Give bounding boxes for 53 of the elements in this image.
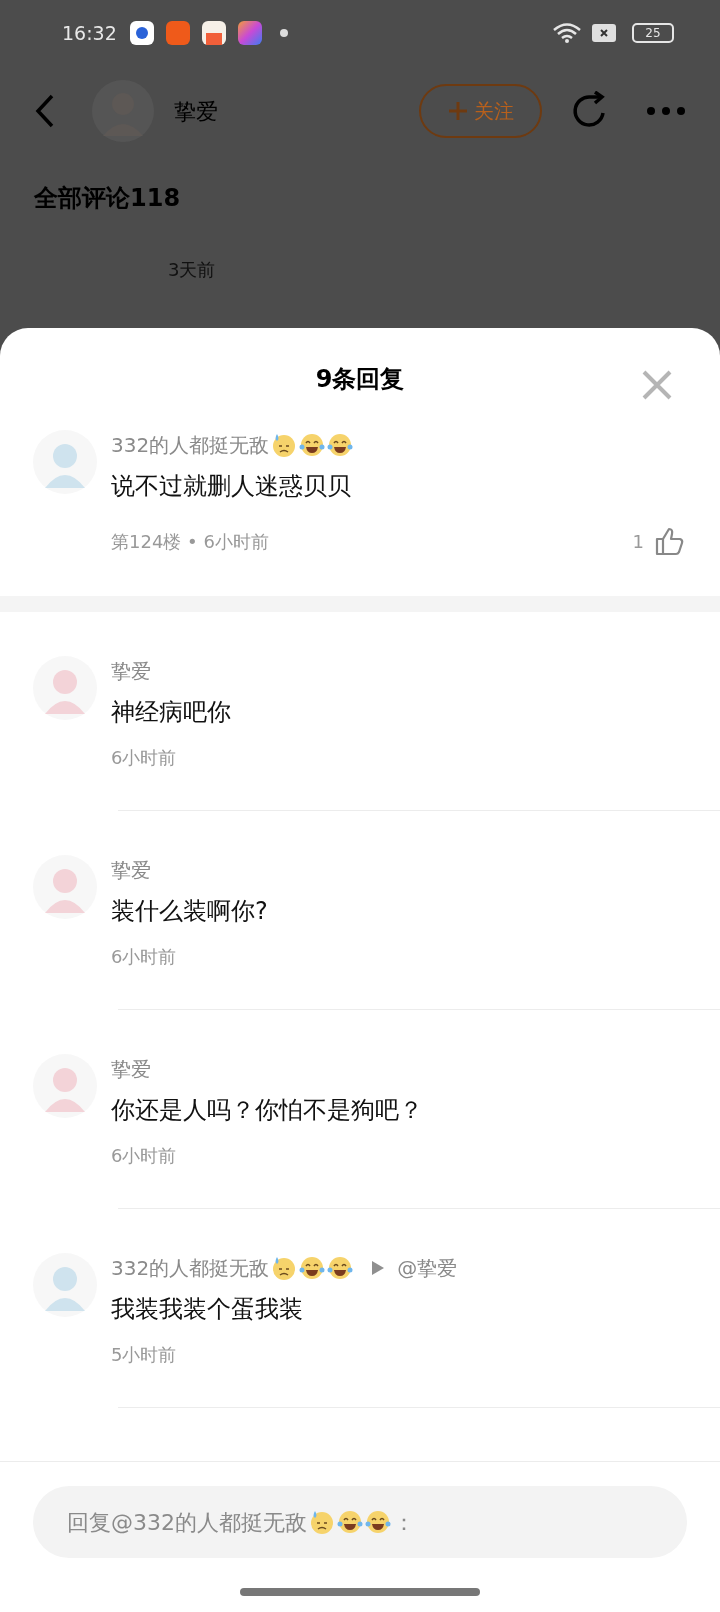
avatar[interactable] [33,430,97,494]
reply-text: 装什么装啊你? [111,896,268,927]
placeholder-text: 回复@332的人都挺无敌 [67,1508,307,1537]
timestamp: 6小时前 [111,1144,178,1168]
reply-field[interactable]: 回复@332的人都挺无敌 ： [33,1486,687,1558]
close-icon[interactable] [642,370,672,400]
pen-app-icon [238,21,262,45]
placeholder-text: ： [393,1508,415,1537]
reply-text: 你还是人吗？你怕不是狗吧？ [111,1095,423,1126]
laughing-face-icon [327,432,354,458]
sweat-face-icon [271,432,298,458]
author-name[interactable]: 332的人都挺无敌 [111,430,270,460]
comment-text: 说不过就删人迷惑贝贝 [111,471,352,502]
avatar[interactable] [33,855,97,919]
no-sim-icon [592,24,616,42]
reply-text: 我装我装个蛋我装 [111,1294,304,1325]
author-name[interactable]: 挚爱 [111,656,151,686]
avatar[interactable] [33,656,97,720]
gallery-app-icon [202,21,226,45]
sweat-face-icon [271,1255,298,1281]
author-name[interactable]: 挚爱 [111,1054,151,1084]
timestamp: 5小时前 [111,1343,178,1367]
more-icon[interactable] [646,106,686,116]
back-icon[interactable] [34,94,56,128]
like-count: 1 [632,529,644,554]
sheet-title: 9条回复 [315,364,405,395]
paw-app-icon [130,21,154,45]
author-name[interactable]: 332的人都挺无敌 [111,1253,270,1283]
laughing-face-icon [299,432,326,458]
laughing-face-icon [365,1509,391,1535]
comment-meta: 第124楼 • 6小时前 [111,529,269,554]
mention-link[interactable]: @挚爱 [397,1253,458,1283]
timestamp: 3天前 [168,258,217,282]
comments-heading: 全部评论118 [34,183,182,214]
status-time: 16:32 [62,20,118,46]
laughing-face-icon [299,1255,326,1281]
avatar[interactable] [33,1054,97,1118]
timestamp: 6小时前 [111,746,178,770]
plus-icon [447,101,468,121]
camera-app-icon [166,21,190,45]
reply-text: 神经病吧你 [111,697,231,728]
timestamp: 6小时前 [111,945,178,969]
battery-level: 25 [645,25,661,42]
author-name[interactable]: 挚爱 [111,855,151,885]
wifi-icon [552,22,582,44]
sweat-face-icon [309,1509,335,1535]
laughing-face-icon [337,1509,363,1535]
follow-button[interactable]: 关注 [419,84,542,138]
play-arrow-icon [371,1260,386,1276]
thumbs-up-icon[interactable] [654,526,684,556]
laughing-face-icon [327,1255,354,1281]
avatar[interactable] [33,1253,97,1317]
user-name[interactable]: 挚爱 [174,94,218,128]
